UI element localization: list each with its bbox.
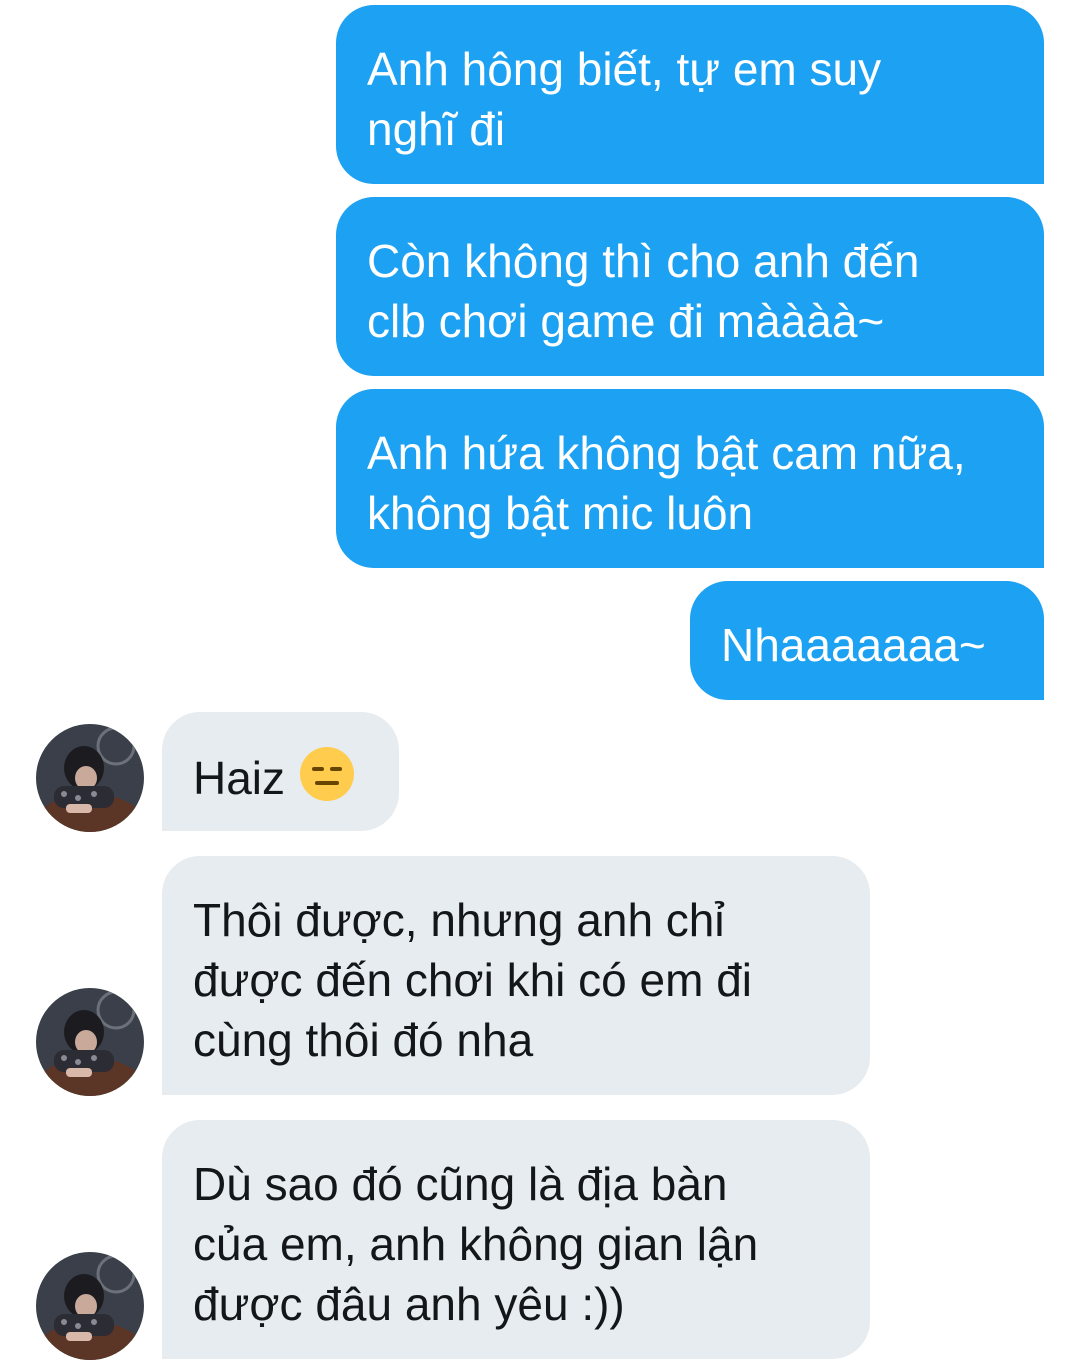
sent-message-bubble[interactable]: Anh hông biết, tự em suy nghĩ đi bbox=[336, 5, 1044, 184]
message-text-line: Dù sao đó cũng là địa bàn bbox=[193, 1158, 728, 1210]
message-text-line: của em, anh không gian lận bbox=[193, 1218, 759, 1270]
sent-message-bubble[interactable]: Nhaaaaaaa~ bbox=[690, 581, 1044, 700]
received-message-bubble[interactable]: Haiz bbox=[162, 712, 399, 831]
contact-avatar[interactable] bbox=[36, 988, 144, 1096]
message-text-line: Anh hứa không bật cam nữa, bbox=[367, 427, 966, 479]
message-text-line: clb chơi game đi màààà~ bbox=[367, 295, 885, 347]
received-message-bubble[interactable]: Thôi được, nhưng anh chỉ được đến chơi k… bbox=[162, 856, 870, 1095]
message-text-line: cùng thôi đó nha bbox=[193, 1014, 534, 1066]
received-message-bubble[interactable]: Dù sao đó cũng là địa bàn của em, anh kh… bbox=[162, 1120, 870, 1359]
message-text-line: nghĩ đi bbox=[367, 103, 506, 155]
message-text-line: được đâu anh yêu :)) bbox=[193, 1278, 625, 1330]
contact-avatar[interactable] bbox=[36, 724, 144, 832]
message-text-line: Còn không thì cho anh đến bbox=[367, 235, 920, 287]
sent-message-bubble[interactable]: Anh hứa không bật cam nữa, không bật mic… bbox=[336, 389, 1044, 568]
contact-avatar[interactable] bbox=[36, 1252, 144, 1360]
message-text-line: không bật mic luôn bbox=[367, 487, 754, 539]
message-text-line: được đến chơi khi có em đi bbox=[193, 954, 753, 1006]
message-text-line: Anh hông biết, tự em suy bbox=[367, 43, 882, 95]
message-text-line: Nhaaaaaaa~ bbox=[721, 619, 986, 671]
message-text-line: Haiz bbox=[193, 746, 369, 816]
message-text-line: Thôi được, nhưng anh chỉ bbox=[193, 894, 725, 946]
sent-message-bubble[interactable]: Còn không thì cho anh đến clb chơi game … bbox=[336, 197, 1044, 376]
expressionless-face-emoji bbox=[299, 746, 355, 816]
